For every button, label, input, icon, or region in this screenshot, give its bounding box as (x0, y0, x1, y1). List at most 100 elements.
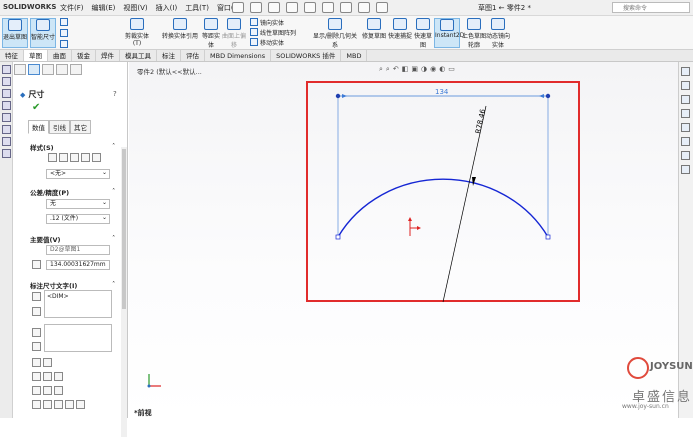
angle-icon[interactable] (43, 358, 52, 367)
tab-mbd[interactable]: MBD (341, 50, 368, 61)
view-palette-icon[interactable] (681, 151, 690, 160)
dynamic-mirror-button[interactable]: 动态镜向实体 (486, 18, 510, 49)
tab-features[interactable]: 特征 (0, 50, 24, 61)
tab-evaluate[interactable]: 评估 (181, 50, 205, 61)
custom-properties-icon[interactable] (681, 137, 690, 146)
align-center-icon[interactable] (43, 372, 52, 381)
offset-entities-button[interactable]: 等距实体 (200, 18, 222, 49)
display-icon[interactable] (2, 113, 11, 122)
smart-dimension-button[interactable]: 智能尺寸 (30, 18, 56, 48)
new-document-icon[interactable] (250, 2, 262, 13)
property-icon[interactable] (2, 77, 11, 86)
offset-on-surface-button[interactable]: 曲面上偏移 (222, 18, 246, 49)
tab-surfaces[interactable]: 曲面 (48, 50, 72, 61)
rectangle-tool[interactable] (60, 29, 70, 38)
quick-snaps-button[interactable]: 快速捕捉 (388, 18, 412, 48)
appearances-icon[interactable] (681, 123, 690, 132)
design-library-icon[interactable] (681, 95, 690, 104)
plus-minus-icon[interactable] (54, 386, 63, 395)
menu-file[interactable]: 文件(F) (60, 3, 84, 13)
cam-icon[interactable] (2, 125, 11, 134)
help-icon[interactable]: ? (113, 90, 117, 98)
forum-icon[interactable] (681, 165, 690, 174)
scrollbar-thumb[interactable] (122, 149, 126, 309)
instant2d-button[interactable]: Instant2D (434, 18, 464, 48)
display-delete-relations-button[interactable]: 显示/删除几何关系 (310, 18, 360, 49)
feature-manager-tab-icon[interactable] (14, 64, 26, 75)
rebuild-icon[interactable] (358, 2, 370, 13)
tab-mbd-dimensions[interactable]: MBD Dimensions (205, 50, 272, 61)
menu-view[interactable]: 视图(V) (123, 3, 147, 13)
tab-other[interactable]: 其它 (70, 120, 91, 134)
resources-icon[interactable] (681, 81, 690, 90)
dimension-text-section-header[interactable]: 标注尺寸文字(I) (30, 280, 116, 290)
tab-sheet-metal[interactable]: 钣金 (72, 50, 96, 61)
dimtext-xx-icon[interactable] (32, 292, 41, 301)
tolerance-section-header[interactable]: 公差/精度(P) (30, 187, 115, 197)
appearance-tab-icon[interactable] (70, 64, 82, 75)
delete-style-icon[interactable] (81, 153, 90, 162)
apply-style-icon[interactable] (48, 153, 57, 162)
trim-button[interactable]: 剪裁实体(T) (124, 18, 150, 48)
home-icon[interactable] (232, 2, 244, 13)
dimxpert-tab-icon[interactable] (56, 64, 68, 75)
config-icon[interactable] (2, 89, 11, 98)
dimtext-link-icon[interactable] (32, 307, 41, 316)
linear-pattern-button[interactable]: 线性草图阵列 (250, 28, 296, 37)
menu-edit[interactable]: 编辑(E) (92, 3, 116, 13)
diameter-icon[interactable] (32, 386, 41, 395)
save-icon[interactable] (286, 2, 298, 13)
tab-markup[interactable]: 标注 (157, 50, 181, 61)
degree-icon[interactable] (43, 386, 52, 395)
relations-strip-icon[interactable] (2, 149, 11, 158)
shaded-sketch-button[interactable]: 上色草图轮廓 (462, 18, 486, 49)
line-tool[interactable] (60, 18, 70, 27)
search-input[interactable]: 搜索命令 (612, 2, 690, 13)
move-entities-button[interactable]: 移动实体 (250, 38, 284, 47)
dimension-text-box-2[interactable] (44, 324, 112, 352)
arc-endpoint-right[interactable] (545, 234, 551, 240)
dim-horizontal-text[interactable]: 134 (435, 88, 449, 96)
configuration-tab-icon[interactable] (42, 64, 54, 75)
tab-addins[interactable]: SOLIDWORKS 插件 (271, 50, 342, 61)
align-right-icon[interactable] (54, 372, 63, 381)
repair-sketch-button[interactable]: 修复草图 (362, 18, 386, 48)
panel-scrollbar[interactable] (121, 147, 127, 437)
centerline-icon[interactable] (43, 400, 52, 409)
tab-leaders[interactable]: 引线 (49, 120, 70, 134)
save-style-icon[interactable] (92, 153, 101, 162)
dim-radius-text[interactable]: R78.46 (474, 108, 487, 135)
property-manager-tab-icon[interactable] (28, 64, 40, 75)
align-left-icon[interactable] (32, 372, 41, 381)
mirror-entities-button[interactable]: 镜向实体 (250, 18, 284, 27)
print-icon[interactable] (304, 2, 316, 13)
primary-value-section-header[interactable]: 主要值(V) (30, 234, 117, 244)
style-section-header[interactable]: 样式(S) (30, 142, 114, 152)
dimxpert-icon[interactable] (2, 101, 11, 110)
convert-entities-button[interactable]: 转换实体引用 (160, 18, 200, 48)
select-icon[interactable] (340, 2, 352, 13)
app-logo[interactable]: SOLIDWORKS (3, 3, 56, 11)
open-icon[interactable] (268, 2, 280, 13)
primary-value-input[interactable]: 134.00031627mm (46, 260, 110, 270)
menu-tools[interactable]: 工具(T) (185, 3, 209, 13)
tolerance-type-select[interactable]: 无 (46, 199, 110, 209)
undo-icon[interactable] (322, 2, 334, 13)
sketch-arc[interactable] (337, 178, 549, 238)
dimtext-link2-icon[interactable] (32, 342, 41, 351)
graphics-area[interactable]: 零件2 (默认<<默认... ⌕⌕↶◧▣◑◉◐▭ 134 R78.46 *前视 (129, 62, 678, 418)
dim-handle-left[interactable] (335, 93, 341, 99)
rapid-sketch-button[interactable]: 快速草图 (412, 18, 434, 49)
tab-value[interactable]: 数值 (28, 120, 49, 134)
feature-tree-icon[interactable] (2, 65, 11, 74)
exit-sketch-button[interactable]: 退出草图 (2, 18, 28, 48)
dim-radius-leader[interactable] (442, 105, 487, 303)
home-task-icon[interactable] (681, 67, 690, 76)
counterbore-icon[interactable] (54, 400, 63, 409)
update-style-icon[interactable] (70, 153, 79, 162)
menu-insert[interactable]: 插入(I) (156, 3, 178, 13)
extension-lines-icon[interactable] (32, 358, 41, 367)
precision-select[interactable]: .12 (文件) (46, 214, 110, 224)
tab-mold-tools[interactable]: 模具工具 (120, 50, 157, 61)
arc-endpoint-left[interactable] (335, 234, 341, 240)
